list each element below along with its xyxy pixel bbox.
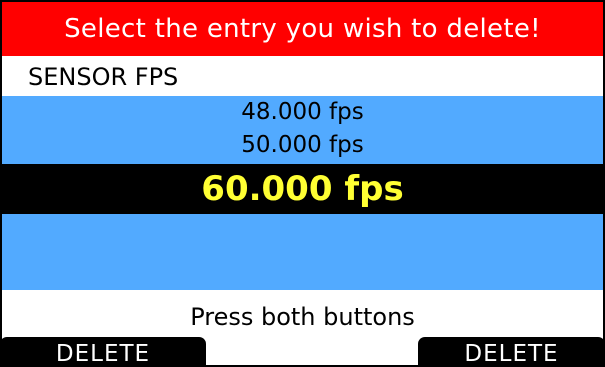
delete-entry-screen: Select the entry you wish to delete! SEN… [0, 0, 605, 367]
list-title: SENSOR FPS [28, 63, 179, 91]
instruction-text: Press both buttons [190, 303, 415, 331]
list-item-selected[interactable]: 60.000 fps [2, 164, 603, 214]
fps-options-list: 48.000 fps 50.000 fps 60.000 fps [2, 96, 603, 290]
delete-button-right[interactable]: DELETE [418, 337, 605, 367]
list-item-option-2[interactable]: 50.000 fps [2, 129, 603, 162]
header-title: Select the entry you wish to delete! [2, 2, 603, 56]
delete-button-left[interactable]: DELETE [0, 337, 206, 367]
list-item-option-1[interactable]: 48.000 fps [2, 96, 603, 129]
